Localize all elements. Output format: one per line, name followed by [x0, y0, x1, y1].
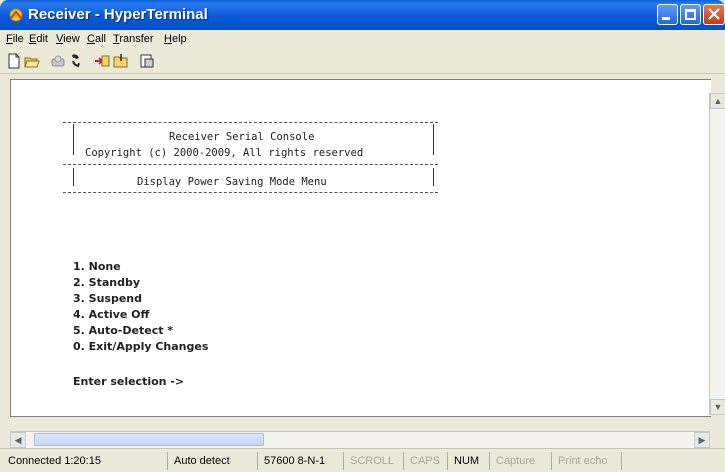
status-connected: Connected 1:20:15	[2, 452, 168, 470]
disconnect-icon[interactable]	[50, 53, 66, 69]
selection-prompt: Enter selection ->	[73, 375, 185, 388]
open-icon[interactable]	[24, 53, 40, 69]
arrow-left-icon: ◀	[14, 435, 22, 445]
menu-title: Display Power Saving Mode Menu	[137, 176, 327, 188]
box-left-border	[73, 124, 74, 155]
arrow-down-icon: ▼	[713, 402, 723, 412]
box-right-border-2	[433, 168, 434, 186]
box-right-border	[433, 124, 434, 155]
send-icon[interactable]	[94, 53, 110, 69]
scroll-down-button[interactable]: ▼	[710, 399, 725, 415]
box-top-border	[63, 122, 438, 123]
status-detect: Auto detect	[168, 452, 258, 470]
close-icon	[708, 8, 720, 20]
maximize-icon	[685, 9, 696, 20]
terminal-screen[interactable]: Receiver Serial Console Copyright (c) 20…	[10, 79, 711, 417]
menu-transfer[interactable]: Transfer	[113, 33, 154, 45]
status-caps: CAPS	[404, 452, 448, 470]
dial-icon[interactable]	[68, 53, 84, 69]
horizontal-scroll-thumb[interactable]	[34, 433, 264, 446]
minimize-icon	[662, 17, 670, 20]
menu-edit[interactable]: Edit	[29, 33, 48, 45]
console-title: Receiver Serial Console	[169, 131, 315, 143]
scroll-left-button[interactable]: ◀	[10, 432, 26, 448]
option-suspend: 3. Suspend	[73, 292, 143, 305]
status-bar: Connected 1:20:15 Auto detect 57600 8-N-…	[0, 448, 725, 472]
menu-help[interactable]: Help	[164, 33, 187, 45]
status-print-echo: Print echo	[552, 452, 622, 470]
vertical-scrollbar[interactable]: ▲ ▼	[709, 93, 725, 415]
close-button[interactable]	[703, 4, 725, 25]
option-standby: 2. Standby	[73, 276, 141, 289]
status-capture: Capture	[490, 452, 552, 470]
scroll-right-button[interactable]: ▶	[694, 432, 710, 448]
option-auto-detect: 5. Auto-Detect *	[73, 324, 174, 337]
arrow-up-icon: ▲	[713, 96, 723, 106]
console-copyright: Copyright (c) 2000-2009, All rights rese…	[85, 147, 364, 159]
new-icon[interactable]	[6, 53, 22, 69]
box-left-border-2	[73, 168, 74, 186]
menu-call[interactable]: Call	[87, 33, 106, 45]
scroll-up-button[interactable]: ▲	[710, 93, 725, 109]
menu-bar: File Edit View Call Transfer Help	[0, 30, 725, 49]
box-middle-border	[63, 164, 438, 165]
title-bar[interactable]: Receiver - HyperTerminal	[0, 0, 725, 30]
properties-icon[interactable]	[139, 53, 155, 69]
menu-view[interactable]: View	[56, 33, 80, 45]
hyperterminal-app-icon	[9, 8, 23, 22]
menu-file[interactable]: File	[6, 33, 24, 45]
option-active-off: 4. Active Off	[73, 308, 150, 321]
box-bottom-border	[63, 192, 438, 193]
receive-icon[interactable]	[113, 53, 129, 69]
status-settings: 57600 8-N-1	[258, 452, 344, 470]
minimize-button[interactable]	[657, 4, 678, 25]
horizontal-scrollbar[interactable]: ◀ ▶	[10, 431, 710, 448]
hyperterminal-window: Receiver - HyperTerminal File Edit View …	[0, 0, 725, 472]
arrow-right-icon: ▶	[698, 435, 706, 445]
option-exit: 0. Exit/Apply Changes	[73, 340, 209, 353]
option-none: 1. None	[73, 260, 121, 273]
toolbar	[0, 49, 725, 74]
status-num: NUM	[448, 452, 490, 470]
window-title: Receiver - HyperTerminal	[28, 6, 208, 23]
maximize-button[interactable]	[680, 4, 701, 25]
status-scroll: SCROLL	[344, 452, 404, 470]
